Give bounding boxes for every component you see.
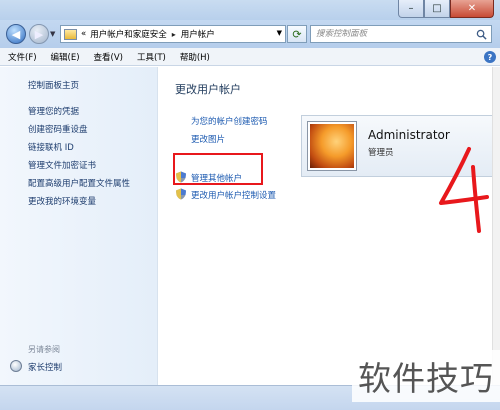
annotation-number-four: 4 [429,145,489,233]
change-picture-link[interactable]: 更改图片 [191,133,225,145]
sidebar-control-panel-home[interactable]: 控制面板主页 [28,79,79,91]
back-button[interactable]: ◀ [6,24,26,44]
recent-pages-chevron-icon[interactable]: ▼ [50,30,55,38]
breadcrumb-prefix[interactable]: « [81,29,86,39]
create-password-link[interactable]: 为您的帐户创建密码 [191,115,268,127]
sidebar-item-password-reset-disk[interactable]: 创建密码重设盘 [28,123,88,135]
address-dropdown-chevron-icon[interactable]: ▼ [277,29,282,37]
account-role: 管理员 [368,148,394,158]
sidebar-item-manage-credentials[interactable]: 管理您的凭据 [28,105,79,117]
page-title: 更改用户帐户 [175,83,241,96]
sidebar: 控制面板主页 管理您的凭据 创建密码重设盘 链接联机 ID 管理文件加密证书 配… [0,67,158,385]
annotation-text: 4 [429,145,430,146]
see-also-heading: 另请参阅 [28,345,60,354]
refresh-button[interactable]: ⟳ [287,25,307,43]
help-icon[interactable]: ? [484,51,496,63]
sidebar-item-encryption-certificates[interactable]: 管理文件加密证书 [28,159,96,171]
window-controls: – □ ✕ [398,0,494,18]
sidebar-item-link-online-id[interactable]: 链接联机 ID [28,141,74,153]
account-name: Administrator [368,128,450,142]
menu-tools[interactable]: 工具(T) [137,51,166,63]
address-bar[interactable]: « 用户帐户和家庭安全 ▸ 用户帐户 ▼ [60,25,286,43]
breadcrumb-item[interactable]: 用户帐户和家庭安全 [90,28,167,40]
main-content: 更改用户帐户 为您的帐户创建密码 更改图片 管理其他帐户 更改用户帐户控制设置 … [159,67,500,385]
arrow-left-icon: ◀ [11,27,21,41]
menu-bar: 文件(F) 编辑(E) 查看(V) 工具(T) 帮助(H) ? [0,48,500,66]
uac-settings-link[interactable]: 更改用户帐户控制设置 [191,189,276,201]
navigation-bar: ◀ ▶ ▼ « 用户帐户和家庭安全 ▸ 用户帐户 ▼ ⟳ [0,20,500,48]
close-button[interactable]: ✕ [450,0,494,18]
search-icon[interactable] [476,29,487,40]
scrollbar[interactable] [492,67,500,385]
menu-help[interactable]: 帮助(H) [180,51,210,63]
shield-icon [176,171,186,183]
menu-file[interactable]: 文件(F) [8,51,37,63]
maximize-button[interactable]: □ [424,0,450,18]
search-input[interactable] [316,29,466,39]
search-box[interactable] [310,25,492,43]
sidebar-item-environment-variables[interactable]: 更改我的环境变量 [28,195,96,207]
breadcrumb-separator-icon[interactable]: ▸ [172,30,176,39]
sidebar-item-advanced-profile-properties[interactable]: 配置高级用户配置文件属性 [28,177,130,189]
watermark: 软件技巧 [352,350,500,402]
menu-edit[interactable]: 编辑(E) [51,51,80,63]
control-panel-icon [64,28,77,40]
sidebar-item-parental-controls[interactable]: 家长控制 [28,361,62,373]
uac-shield-icon [176,188,186,200]
refresh-icon: ⟳ [292,27,302,41]
avatar[interactable] [308,122,356,170]
manage-other-accounts-link[interactable]: 管理其他帐户 [191,172,242,184]
parental-controls-icon [10,360,22,372]
title-bar: – □ ✕ [0,0,500,20]
forward-button[interactable]: ▶ [29,24,49,44]
menu-view[interactable]: 查看(V) [94,51,123,63]
arrow-right-icon: ▶ [34,27,44,41]
minimize-button[interactable]: – [398,0,424,18]
breadcrumb-item[interactable]: 用户帐户 [181,28,215,40]
